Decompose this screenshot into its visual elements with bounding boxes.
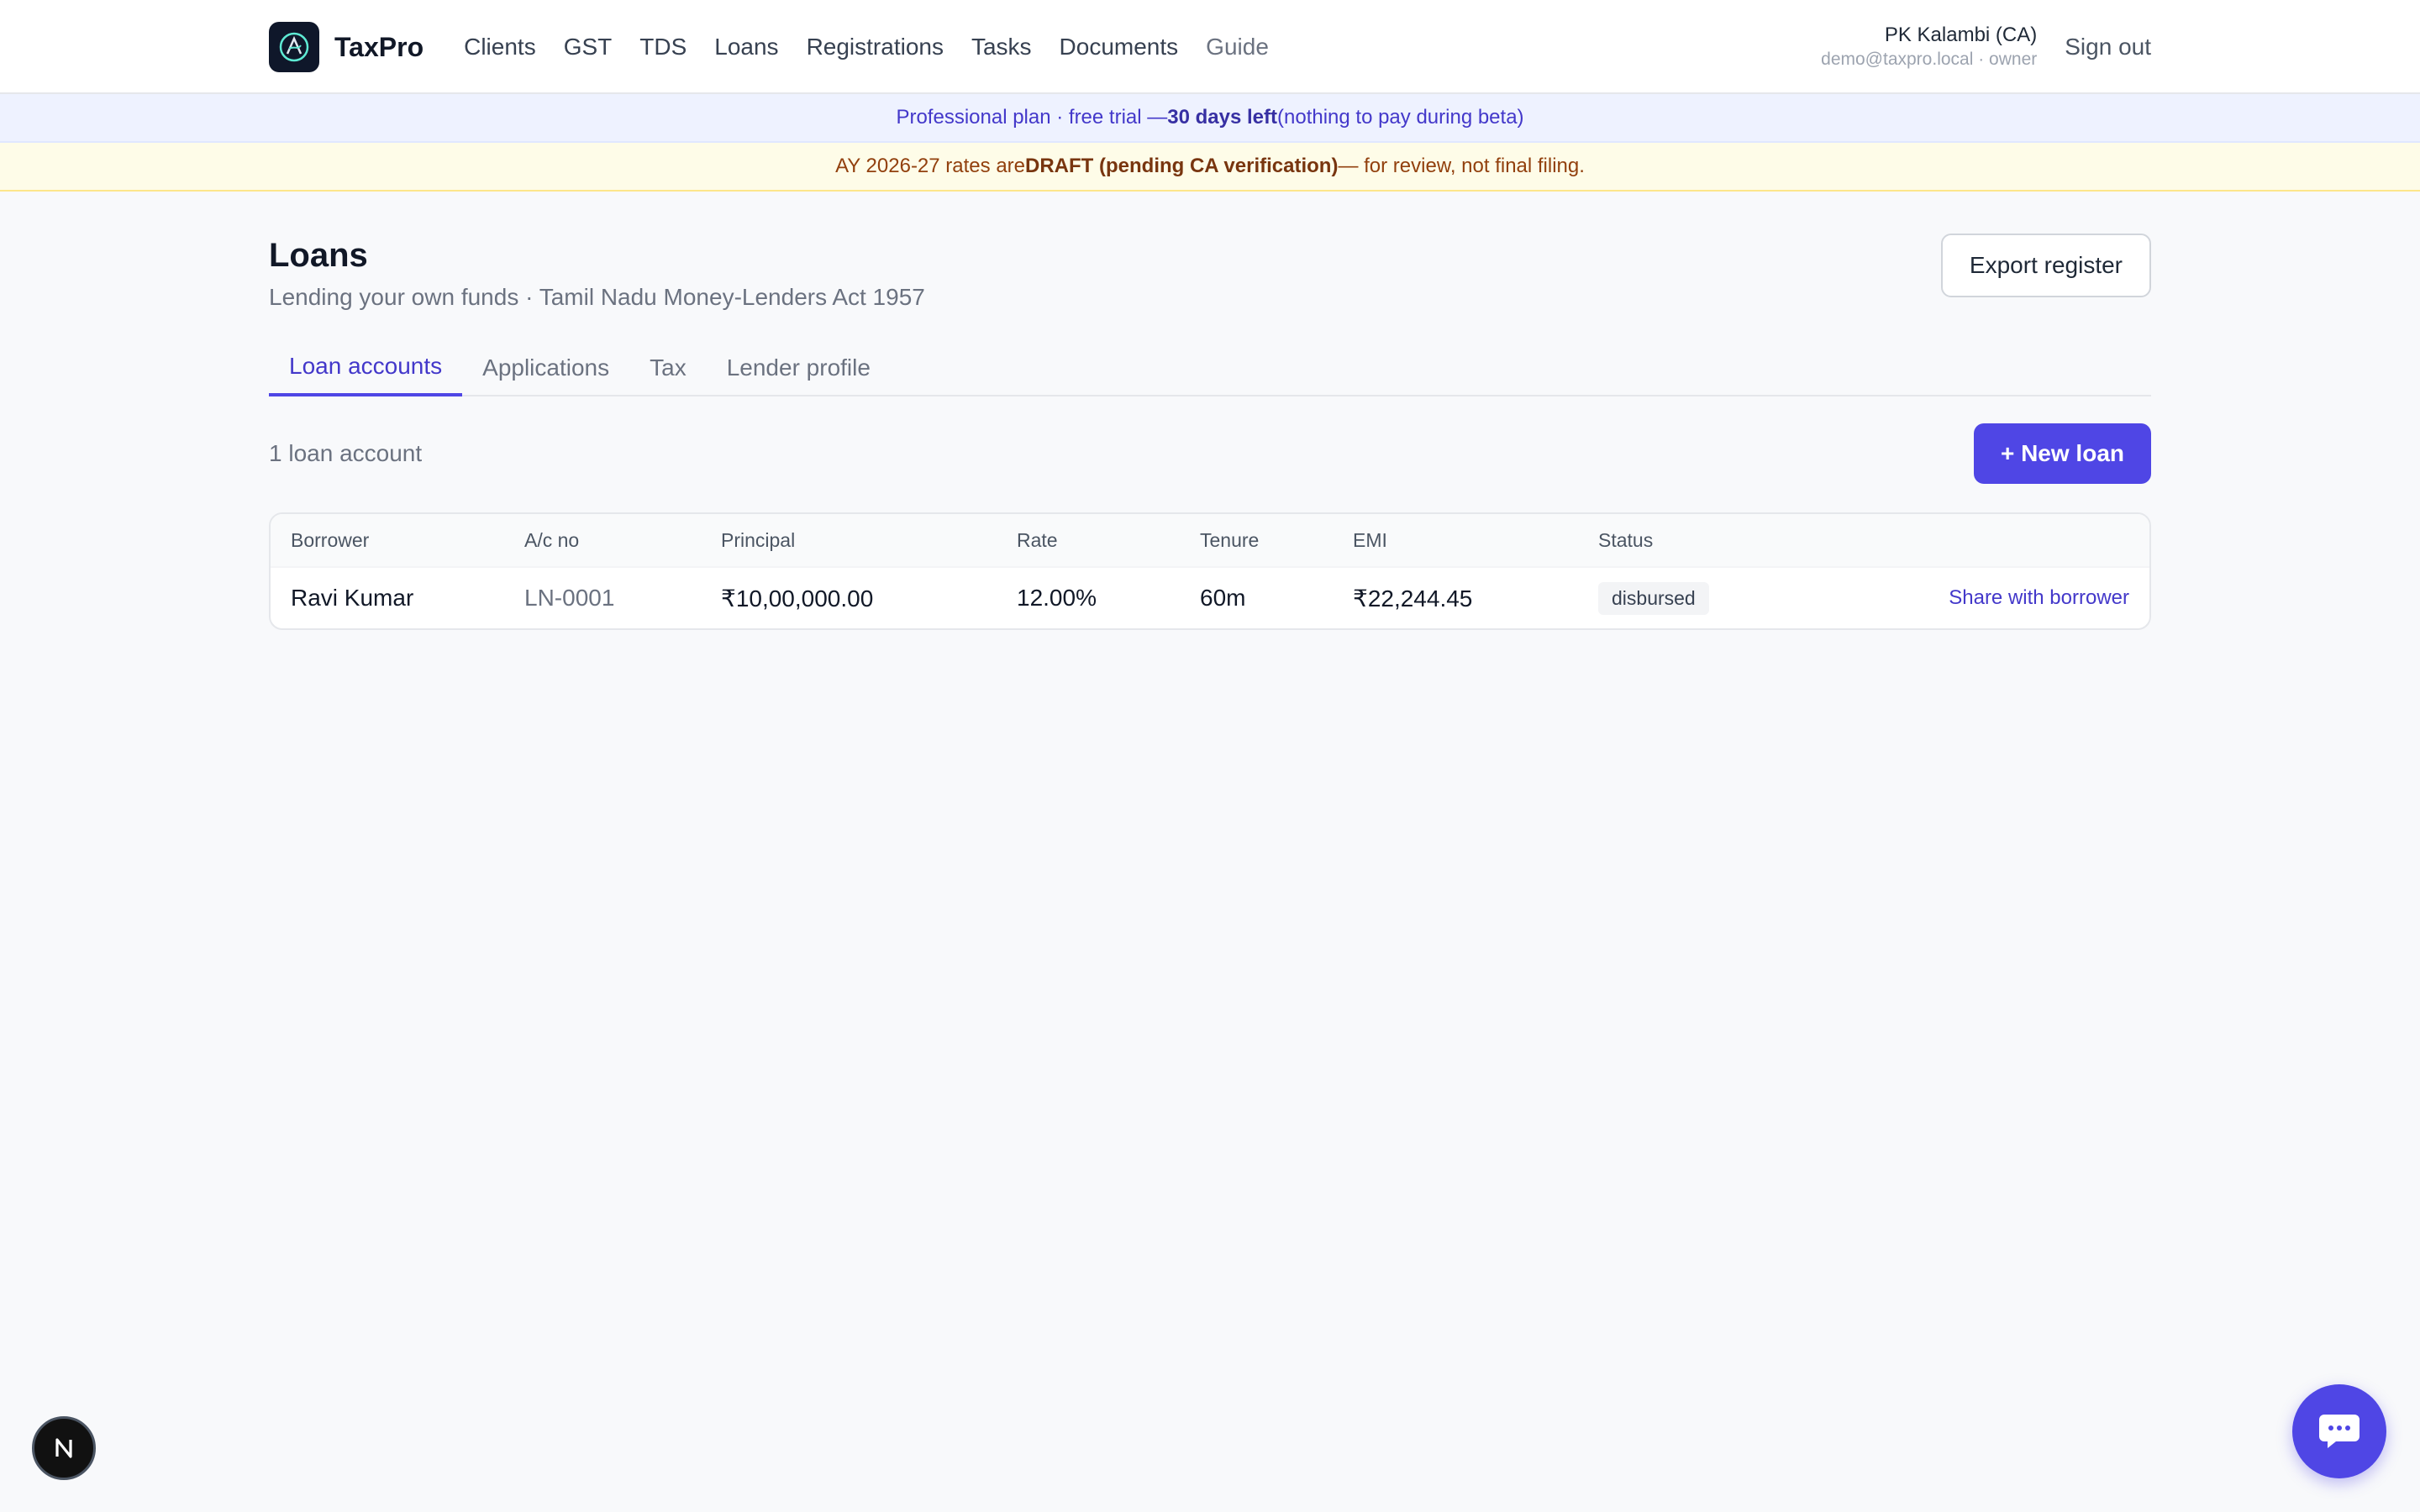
table-header-row: Borrower A/c no Principal Rate Tenure EM…: [271, 514, 2149, 568]
nav-registrations[interactable]: Registrations: [807, 34, 944, 60]
export-register-button[interactable]: Export register: [1940, 234, 2151, 297]
draft-status: DRAFT (pending CA verification): [1025, 155, 1339, 177]
nav-documents[interactable]: Documents: [1060, 34, 1179, 60]
plan-banner-prefix: Professional plan · free trial —: [896, 106, 1168, 129]
loan-count: 1 loan account: [269, 440, 423, 466]
chat-bubble-icon[interactable]: [2292, 1384, 2386, 1478]
nav-clients[interactable]: Clients: [464, 34, 536, 60]
draft-banner-prefix: AY 2026-27 rates are: [835, 155, 1026, 177]
cell-rate: 12.00%: [1017, 585, 1097, 611]
user-info: PK Kalambi (CA) demo@taxpro.local · owne…: [1821, 23, 2037, 71]
main-nav: Clients GST TDS Loans Registrations Task…: [464, 34, 1297, 60]
status-badge: disbursed: [1598, 581, 1709, 615]
col-emi: EMI: [1353, 528, 1387, 551]
col-rate: Rate: [1017, 528, 1058, 551]
tab-applications[interactable]: Applications: [462, 339, 629, 396]
header-inner: TaxPro Clients GST TDS Loans Registratio…: [269, 0, 2151, 94]
user-name: PK Kalambi (CA): [1884, 24, 2038, 46]
nav-tds[interactable]: TDS: [639, 34, 687, 60]
cell-tenure: 60m: [1200, 585, 1246, 611]
col-status: Status: [1598, 528, 1654, 551]
tab-lender-profile[interactable]: Lender profile: [707, 339, 891, 396]
tab-loan-accounts[interactable]: Loan accounts: [269, 339, 463, 396]
plan-days-left: 30 days left: [1167, 106, 1277, 129]
cell-emi: ₹22,244.45: [1353, 585, 1473, 612]
main-content: Loans Lending your own funds · Tamil Nad…: [269, 193, 2151, 630]
user-email-role: demo@taxpro.local · owner: [1821, 50, 2038, 69]
draft-banner: AY 2026-27 rates are DRAFT (pending CA v…: [0, 143, 2420, 192]
page-subtitle: Lending your own funds · Tamil Nadu Mone…: [269, 284, 925, 310]
nav-gst[interactable]: GST: [564, 34, 613, 60]
cell-borrower[interactable]: Ravi Kumar: [291, 585, 413, 612]
nav-loans[interactable]: Loans: [714, 34, 778, 60]
draft-banner-suffix: — for review, not final filing.: [1338, 155, 1585, 177]
cell-principal: ₹10,00,000.00: [721, 585, 874, 612]
col-principal: Principal: [721, 528, 796, 551]
list-header: 1 loan account + New loan: [269, 423, 2151, 484]
col-tenure: Tenure: [1200, 528, 1260, 551]
page-header: Loans Lending your own funds · Tamil Nad…: [269, 193, 2151, 311]
nav-guide[interactable]: Guide: [1206, 34, 1269, 60]
top-header: TaxPro Clients GST TDS Loans Registratio…: [0, 0, 2420, 94]
brand-name[interactable]: TaxPro: [334, 32, 424, 63]
nextjs-n-icon[interactable]: [32, 1416, 96, 1480]
page-title: Loans: [269, 237, 368, 274]
cell-acno: LN-0001: [524, 585, 615, 611]
plan-banner: Professional plan · free trial — 30 days…: [0, 94, 2420, 143]
page-heading-group: Loans Lending your own funds · Tamil Nad…: [269, 193, 925, 311]
tab-tax[interactable]: Tax: [629, 339, 707, 396]
share-with-borrower-link[interactable]: Share with borrower: [1949, 586, 2129, 610]
col-borrower: Borrower: [291, 528, 370, 551]
table-row[interactable]: Ravi Kumar LN-0001 ₹10,00,000.00 12.00% …: [271, 568, 2149, 628]
col-acno: A/c no: [524, 528, 580, 551]
loans-table: Borrower A/c no Principal Rate Tenure EM…: [269, 512, 2151, 630]
nav-tasks[interactable]: Tasks: [971, 34, 1032, 60]
loan-tabs: Loan accounts Applications Tax Lender pr…: [269, 339, 2151, 396]
plan-banner-suffix: (nothing to pay during beta): [1277, 106, 1524, 129]
taxpro-logo-icon[interactable]: [269, 22, 319, 72]
new-loan-button[interactable]: + New loan: [1973, 423, 2151, 484]
sign-out-link[interactable]: Sign out: [2065, 34, 2151, 60]
